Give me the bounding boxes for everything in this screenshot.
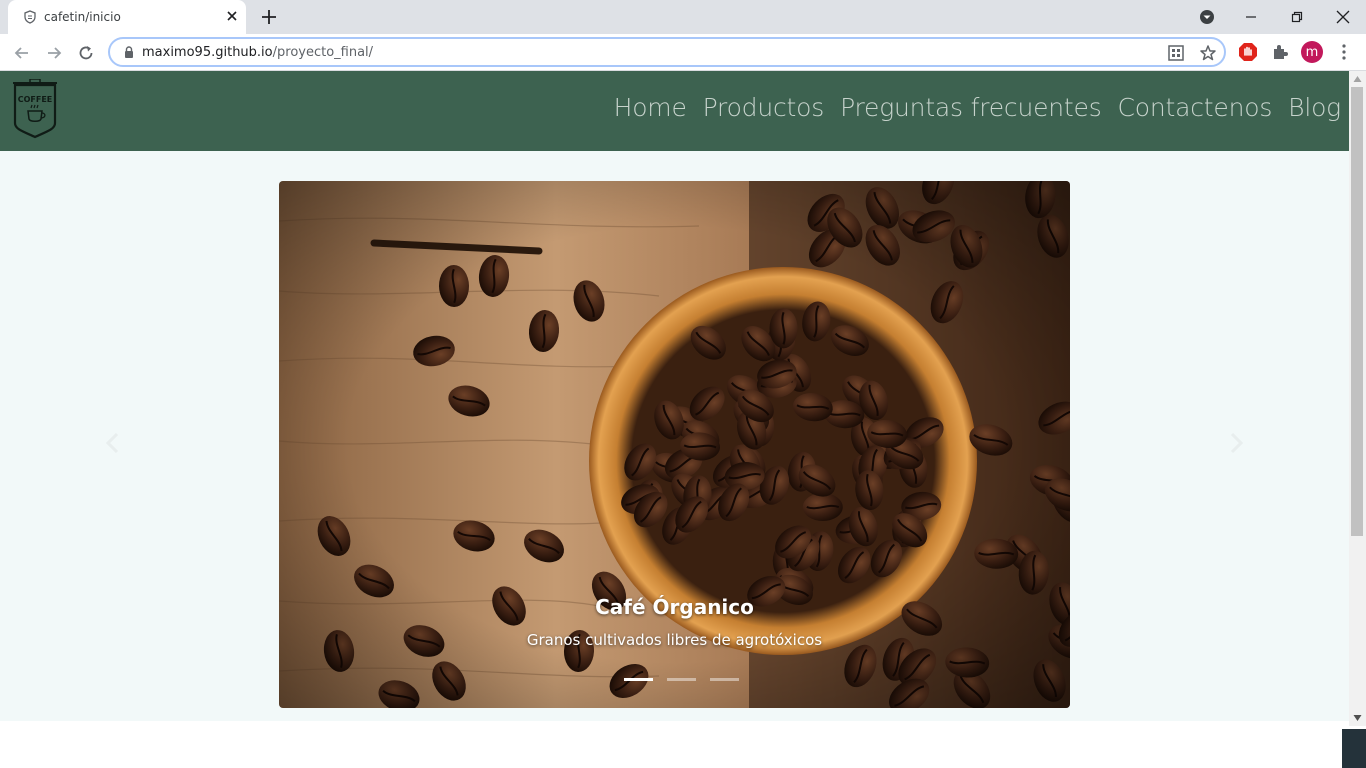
address-bar[interactable]: maximo95.github.io/proyecto_final/ — [108, 37, 1226, 67]
nav-home[interactable]: Home — [614, 93, 687, 122]
nav-contactenos[interactable]: Contactenos — [1118, 93, 1273, 122]
carousel-indicator-2[interactable] — [667, 678, 696, 681]
kebab-menu-icon — [1342, 44, 1346, 60]
restore-button[interactable] — [1274, 0, 1320, 34]
page-scrollbar[interactable] — [1349, 71, 1366, 726]
extensions-button[interactable] — [1269, 41, 1291, 63]
logo-text: COFFEE — [18, 95, 53, 104]
site-header: COFFEE Home Productos Preguntas frecuent… — [0, 71, 1349, 151]
page-viewport: COFFEE Home Productos Preguntas frecuent… — [0, 71, 1349, 768]
restore-icon — [1291, 11, 1303, 23]
close-window-button[interactable] — [1320, 0, 1366, 34]
lock-icon — [125, 46, 133, 58]
url-host: maximo95.github.io — [142, 45, 273, 60]
carousel-next-icon[interactable] — [1226, 431, 1246, 455]
close-tab-icon[interactable] — [224, 8, 240, 24]
close-window-icon — [1336, 10, 1350, 24]
minimize-icon — [1246, 16, 1256, 18]
url-text: maximo95.github.io/proyecto_final/ — [142, 45, 373, 60]
back-button[interactable] — [10, 41, 34, 65]
shield-favicon-icon — [24, 10, 36, 24]
scroll-down-arrow-icon[interactable] — [1353, 714, 1362, 722]
back-arrow-icon — [14, 47, 28, 59]
new-tab-plus-icon[interactable] — [260, 8, 278, 26]
forward-arrow-icon — [48, 47, 62, 59]
forward-button[interactable] — [42, 41, 66, 65]
adblock-hand-icon — [1239, 43, 1257, 61]
main-menu: Home Productos Preguntas frecuentes Cont… — [614, 93, 1342, 122]
carousel-caption-text: Granos cultivados libres de agrotóxicos — [526, 631, 823, 649]
coffee-logo-icon: COFFEE — [13, 78, 57, 139]
tab-search-icon[interactable] — [1198, 8, 1216, 26]
carousel-caption-title: Café Órganico — [595, 595, 754, 619]
reload-button[interactable] — [74, 41, 98, 65]
minimize-button[interactable] — [1228, 0, 1274, 34]
profile-avatar[interactable]: m — [1301, 41, 1323, 63]
coffee-logo[interactable]: COFFEE — [10, 78, 60, 139]
url-path: /proyecto_final/ — [272, 45, 374, 60]
browser-tab[interactable]: cafetin/inicio — [8, 0, 246, 34]
coffee-beans-image — [279, 181, 1070, 708]
nav-productos[interactable]: Productos — [703, 93, 825, 122]
bookmark-star-icon[interactable] — [1199, 44, 1217, 62]
reload-icon — [79, 46, 93, 60]
browser-menu-button[interactable] — [1333, 41, 1355, 63]
qr-code-icon[interactable] — [1167, 44, 1185, 62]
adblock-extension-button[interactable] — [1237, 41, 1259, 63]
hero-section: Café Órganico Granos cultivados libres d… — [0, 151, 1349, 721]
scrollbar-thumb[interactable] — [1351, 87, 1363, 536]
puzzle-icon — [1274, 45, 1288, 59]
corner-widget — [1342, 729, 1366, 768]
carousel-indicators — [624, 678, 739, 681]
carousel-indicator-3[interactable] — [710, 678, 739, 681]
scroll-up-arrow-icon[interactable] — [1353, 75, 1362, 83]
tab-strip: cafetin/inicio — [0, 0, 1366, 34]
carousel-indicator-1[interactable] — [624, 678, 653, 681]
browser-toolbar: maximo95.github.io/proyecto_final/ m — [0, 34, 1366, 71]
nav-blog[interactable]: Blog — [1288, 93, 1341, 122]
tab-title: cafetin/inicio — [44, 10, 121, 24]
carousel-prev-icon[interactable] — [103, 431, 123, 455]
nav-preguntas-frecuentes[interactable]: Preguntas frecuentes — [840, 93, 1102, 122]
carousel-slide[interactable]: Café Órganico Granos cultivados libres d… — [279, 181, 1070, 708]
